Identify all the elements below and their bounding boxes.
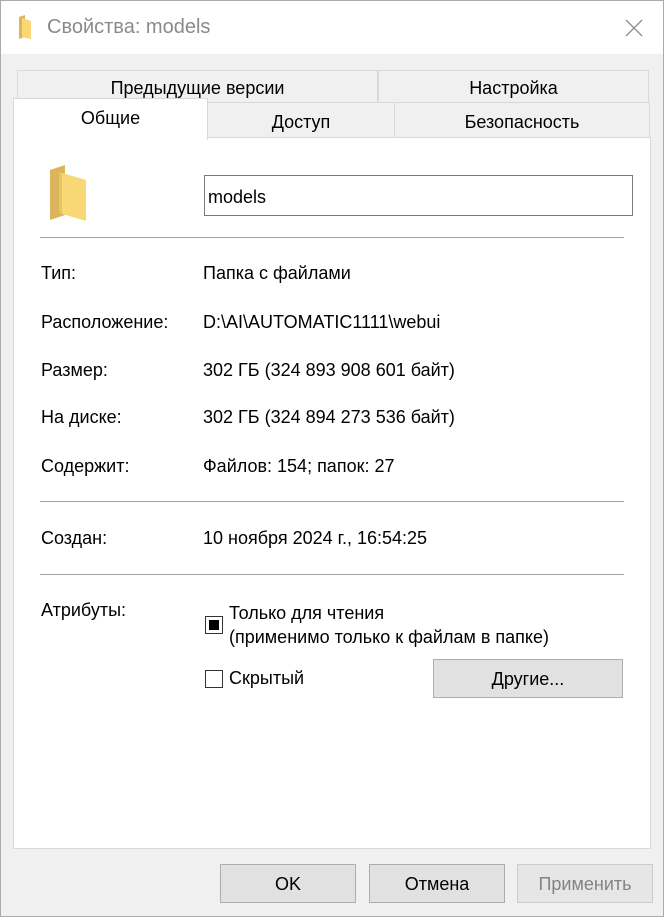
ok-button[interactable]: OK — [220, 864, 356, 903]
size-value: 302 ГБ (324 893 908 601 байт) — [203, 360, 455, 380]
tab-label: Общие — [80, 108, 141, 128]
close-icon — [625, 19, 643, 37]
folder-icon — [19, 15, 31, 39]
readonly-label: Только для чтения — [229, 603, 385, 623]
hidden-label: Скрытый — [229, 668, 305, 688]
created-value: 10 ноября 2024 г., 16:54:25 — [203, 528, 428, 548]
tab-label: Настройка — [469, 78, 558, 98]
separator — [40, 237, 624, 238]
location-value: D:\AI\AUTOMATIC1111\webui — [203, 312, 441, 332]
window-title: Свойства: models — [47, 16, 211, 38]
location-label: Расположение: — [41, 312, 169, 332]
tab-customize[interactable]: Настройка — [378, 70, 649, 102]
size-label: Размер: — [41, 360, 108, 380]
created-label: Создан: — [41, 528, 108, 548]
attributes-label: Атрибуты: — [41, 600, 127, 620]
type-value: Папка с файлами — [203, 263, 351, 283]
readonly-note: (применимо только к файлам в папке) — [229, 627, 549, 647]
separator — [40, 501, 624, 502]
size-on-disk-value: 302 ГБ (324 894 273 536 байт) — [203, 407, 455, 427]
general-tab-panel: Тип: Папка с файлами Расположение: D:\AI… — [13, 137, 651, 849]
folder-icon — [50, 165, 86, 221]
cancel-button[interactable]: Отмена — [369, 864, 505, 903]
close-button[interactable] — [611, 11, 657, 45]
hidden-checkbox[interactable] — [205, 670, 223, 688]
tab-label: Доступ — [271, 112, 331, 132]
folder-name-input[interactable] — [204, 175, 633, 216]
tab-general[interactable]: Общие — [13, 98, 208, 140]
readonly-checkbox[interactable] — [205, 616, 223, 634]
separator — [40, 574, 624, 575]
size-on-disk-label: На диске: — [41, 407, 122, 427]
title-bar: Свойства: models — [1, 1, 663, 54]
tab-label: Безопасность — [464, 112, 580, 132]
contains-value: Файлов: 154; папок: 27 — [203, 456, 395, 476]
properties-window: Свойства: models Предыдущие версии Настр… — [0, 0, 664, 917]
advanced-attributes-button[interactable]: Другие... — [433, 659, 623, 698]
contains-label: Содержит: — [41, 456, 130, 476]
tab-sharing[interactable]: Доступ — [207, 102, 395, 138]
apply-button[interactable]: Применить — [517, 864, 653, 903]
tab-security[interactable]: Безопасность — [394, 102, 650, 138]
type-label: Тип: — [41, 263, 77, 283]
